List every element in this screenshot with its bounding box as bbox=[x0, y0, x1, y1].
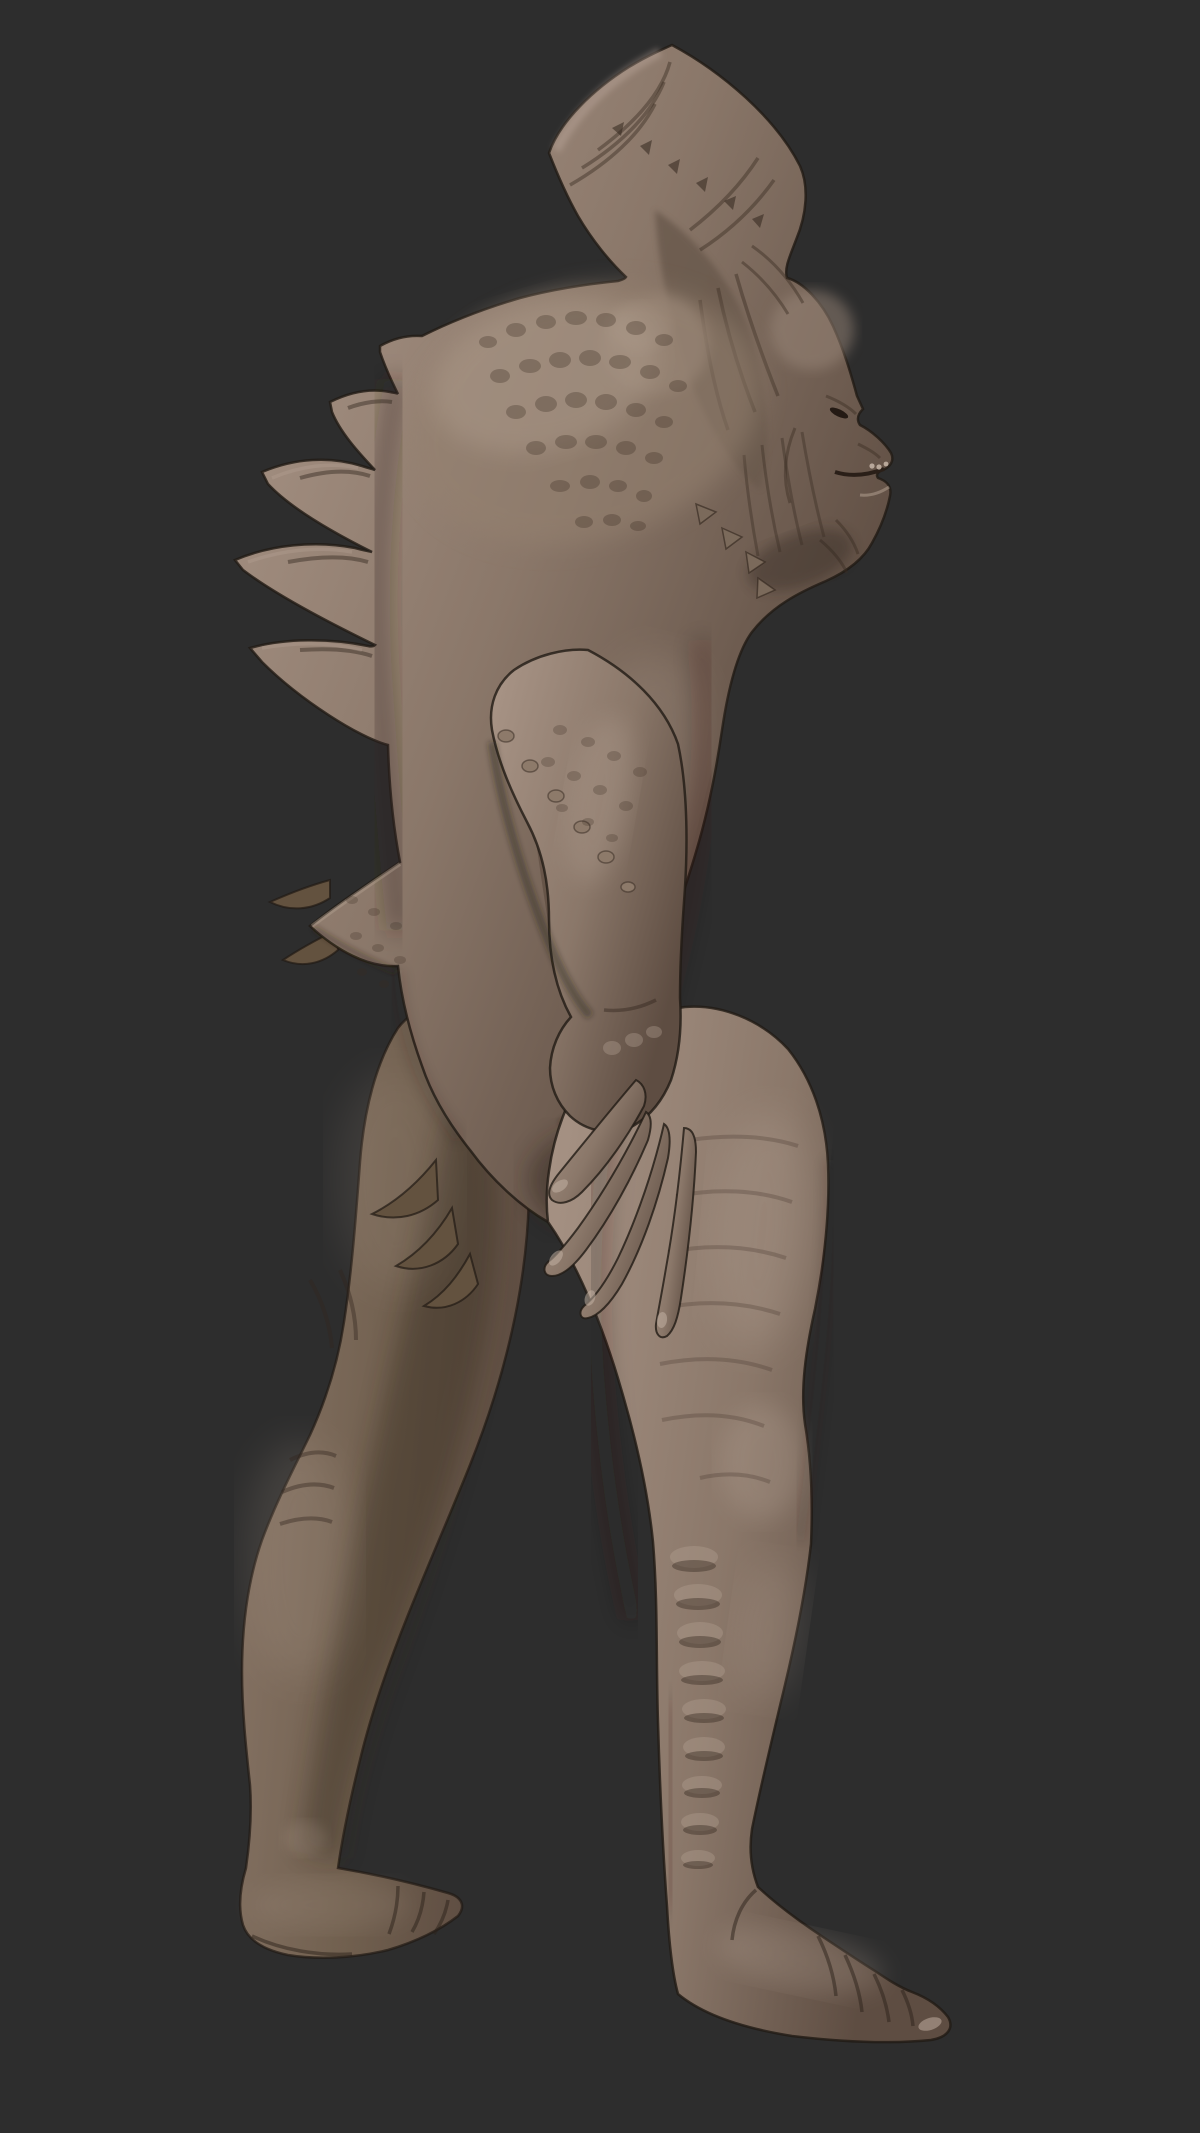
temple-mass bbox=[770, 290, 854, 370]
knee-highlight bbox=[720, 1404, 804, 1520]
far-calf-highlight bbox=[245, 1440, 355, 1680]
far-ankle-knob bbox=[283, 1821, 327, 1855]
shin-inner-shadow bbox=[669, 1700, 672, 1910]
sculpt-canvas: Monochrome clay 3D sculpt render of a fi… bbox=[0, 0, 1200, 2133]
render-viewport: Monochrome clay 3D sculpt render of a fi… bbox=[0, 0, 1200, 2133]
far-foot-highlight bbox=[250, 1879, 410, 1931]
